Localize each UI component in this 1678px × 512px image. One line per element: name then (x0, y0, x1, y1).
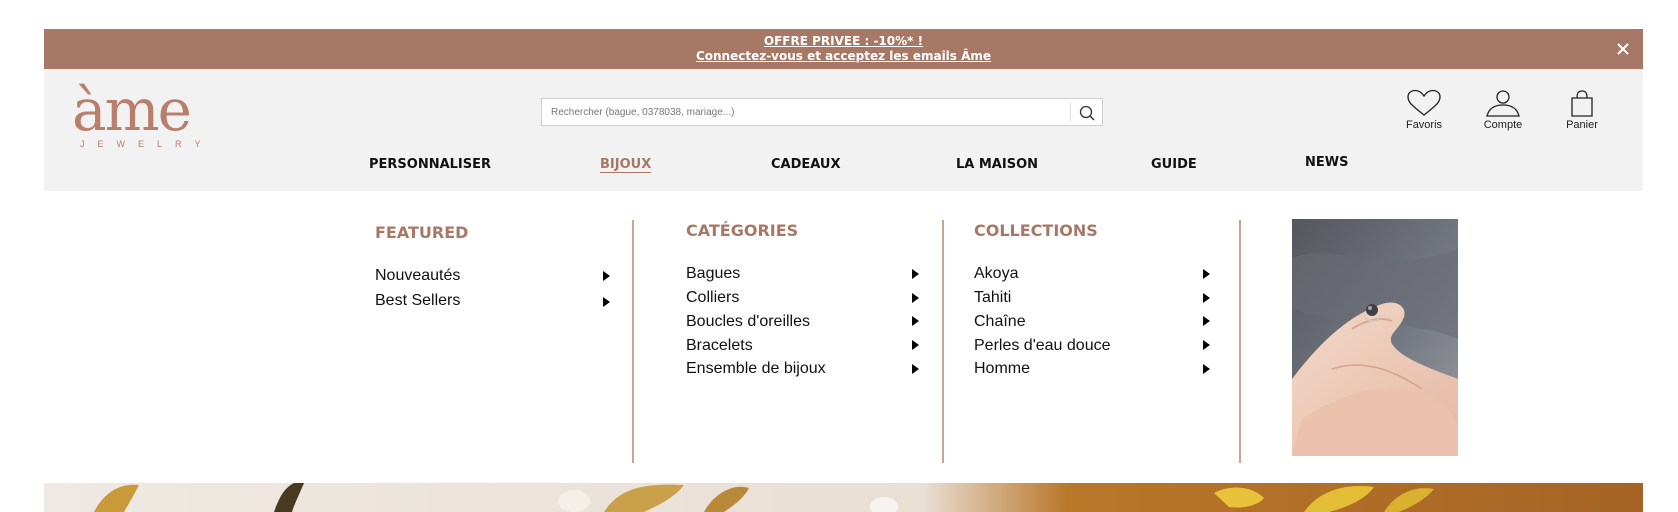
nav-news[interactable]: NEWS (1305, 155, 1348, 170)
nav-bijoux[interactable]: BIJOUX (600, 157, 651, 172)
menu-item-boucles-oreilles[interactable]: Boucles d'oreilles (686, 313, 810, 331)
collections-title: COLLECTIONS (974, 221, 1098, 240)
chevron-right-icon[interactable] (1203, 269, 1210, 279)
column-divider (942, 220, 944, 463)
promo-banner: OFFRE PRIVEE : -10%* ! Connectez-vous et… (44, 29, 1643, 69)
nav-la-maison[interactable]: LA MAISON (956, 157, 1038, 172)
chevron-right-icon[interactable] (603, 271, 610, 281)
search-bar (541, 98, 1103, 126)
search-divider (1070, 103, 1071, 121)
menu-item-ensemble-bijoux[interactable]: Ensemble de bijoux (686, 360, 826, 378)
heart-icon (1407, 89, 1441, 116)
nav-guide[interactable]: GUIDE (1151, 157, 1197, 172)
chevron-right-icon[interactable] (912, 269, 919, 279)
hero-banner-image[interactable] (44, 483, 1643, 512)
close-icon[interactable] (1613, 39, 1633, 59)
search-input[interactable] (542, 99, 1067, 125)
menu-item-best-sellers[interactable]: Best Sellers (375, 292, 460, 310)
promo-ring-image[interactable] (1292, 219, 1458, 456)
menu-item-colliers[interactable]: Colliers (686, 289, 739, 307)
menu-item-tahiti[interactable]: Tahiti (974, 289, 1011, 307)
promo-offer-link[interactable]: OFFRE PRIVEE : -10%* ! (44, 34, 1643, 49)
favorites-button[interactable]: Favoris (1394, 89, 1454, 131)
cart-button[interactable]: Panier (1552, 89, 1612, 131)
user-icon (1486, 90, 1520, 117)
brand-logo[interactable]: àme JEWELRY (72, 81, 202, 151)
nav-personnaliser[interactable]: PERSONNALISER (369, 157, 491, 172)
account-button[interactable]: Compte (1473, 89, 1533, 131)
cart-label: Panier (1566, 119, 1598, 131)
search-icon[interactable] (1076, 103, 1098, 123)
menu-item-akoya[interactable]: Akoya (974, 265, 1018, 283)
menu-item-bracelets[interactable]: Bracelets (686, 337, 753, 355)
nav-cadeaux[interactable]: CADEAUX (771, 157, 841, 172)
chevron-right-icon[interactable] (603, 297, 610, 307)
favorites-label: Favoris (1405, 119, 1443, 131)
column-divider (1239, 220, 1241, 463)
account-label: Compte (1483, 119, 1523, 131)
chevron-right-icon[interactable] (1203, 340, 1210, 350)
logo-mark: àme (72, 76, 192, 144)
chevron-right-icon[interactable] (1203, 293, 1210, 303)
chevron-right-icon[interactable] (1203, 316, 1210, 326)
menu-item-perles-eau-douce[interactable]: Perles d'eau douce (974, 337, 1110, 355)
chevron-right-icon[interactable] (912, 364, 919, 374)
logo-subtitle: JEWELRY (80, 139, 214, 149)
chevron-right-icon[interactable] (912, 293, 919, 303)
column-divider (632, 220, 634, 463)
menu-item-homme[interactable]: Homme (974, 360, 1030, 378)
chevron-right-icon[interactable] (912, 340, 919, 350)
promo-connect-link[interactable]: Connectez-vous et acceptez les emails Âm… (44, 49, 1643, 64)
chevron-right-icon[interactable] (912, 316, 919, 326)
chevron-right-icon[interactable] (1203, 364, 1210, 374)
categories-title: CATÉGORIES (686, 221, 799, 240)
menu-item-chaine[interactable]: Chaîne (974, 313, 1026, 331)
featured-title: FEATURED (375, 223, 469, 242)
menu-item-nouveautes[interactable]: Nouveautés (375, 267, 460, 285)
shopping-bag-icon (1571, 90, 1593, 117)
menu-item-bagues[interactable]: Bagues (686, 265, 740, 283)
site-header: àme JEWELRY Favoris Compte Panier PERSON… (44, 69, 1643, 191)
